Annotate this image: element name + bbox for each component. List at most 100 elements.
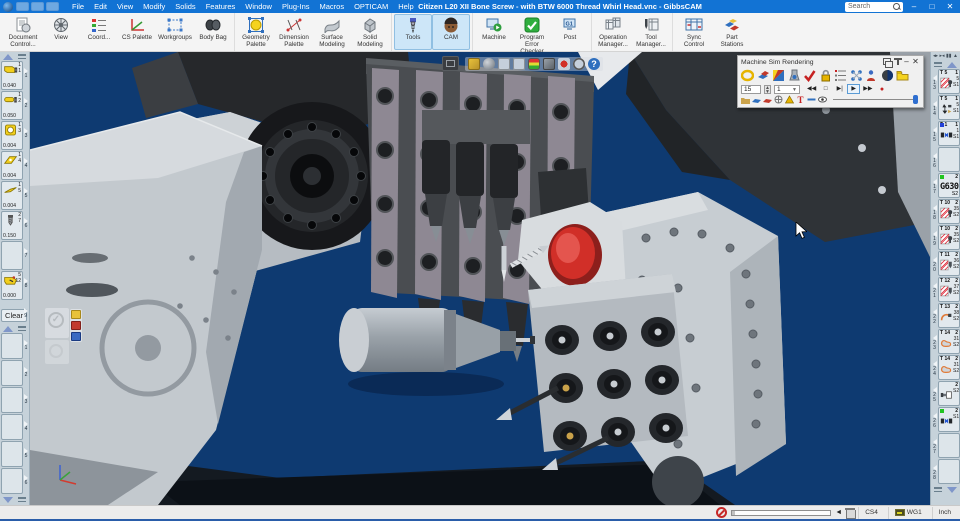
part-blue-icon[interactable]: [752, 95, 761, 104]
tool-slot-tab[interactable]: 5: [23, 181, 29, 210]
menu-solids[interactable]: Solids: [170, 0, 200, 13]
stock-compare-icon[interactable]: [774, 95, 783, 104]
display-style-icon[interactable]: [483, 58, 495, 70]
utility-sl-tab[interactable]: 5: [23, 441, 29, 467]
operation-slot-25[interactable]: 2S2: [938, 381, 960, 406]
operation-slot-13[interactable]: T 515S1: [938, 69, 960, 94]
operation-slot-20[interactable]: T 11236S2: [938, 251, 960, 276]
text-labels-icon[interactable]: T: [796, 95, 805, 104]
redo-button[interactable]: [46, 2, 59, 11]
tool-slot-8[interactable]: 5120.000: [1, 271, 23, 300]
toolbar-surface-modeling-button[interactable]: Surface Modeling: [313, 14, 351, 50]
search-icon[interactable]: [893, 3, 900, 10]
utility-slot-empty[interactable]: [1, 414, 23, 440]
render-mode-icon[interactable]: [741, 69, 754, 82]
coolant-icon[interactable]: [788, 69, 801, 82]
interrupt-icon[interactable]: [716, 507, 727, 518]
part-red-icon[interactable]: [71, 321, 81, 330]
view-selector-icon[interactable]: [442, 56, 459, 71]
scroll-down-icon[interactable]: [3, 497, 13, 503]
toolbar-program-error-checker-button[interactable]: Program Error Checker: [513, 14, 551, 50]
workgroup-indicator[interactable]: WG1: [888, 507, 928, 519]
tool-slot-tab[interactable]: 7: [23, 241, 29, 270]
tool-slot-2[interactable]: 120.050: [1, 91, 23, 120]
sim-close-button[interactable]: ✕: [911, 58, 920, 66]
operation-tab[interactable]: 27: [931, 433, 938, 458]
collapse-handle-icon[interactable]: [18, 497, 26, 502]
operation-tab[interactable]: 22: [931, 303, 938, 328]
status-lights-icon[interactable]: [528, 58, 540, 70]
tool-slot-3[interactable]: 130.004: [1, 121, 23, 150]
operation-slot-22[interactable]: T 13238S2: [938, 303, 960, 328]
tool-slot-tab[interactable]: 8: [23, 271, 29, 300]
toolbar-tool-manager-button[interactable]: Tool Manager...: [632, 14, 670, 50]
slider-handle[interactable]: [913, 95, 918, 104]
minimize-button[interactable]: –: [907, 0, 921, 13]
operation-tab[interactable]: 20: [931, 251, 938, 276]
menu-features[interactable]: Features: [201, 0, 241, 13]
open-folder-icon[interactable]: [896, 69, 909, 82]
toolbar-body-bag-button[interactable]: Body Bag: [194, 14, 232, 50]
operation-slot-17[interactable]: 2G630S2: [938, 173, 960, 198]
sync-links-icon[interactable]: [850, 69, 863, 82]
toolbar-part-stations-button[interactable]: Part Stations: [713, 14, 751, 50]
toolbar-coord-button[interactable]: Coord...: [80, 14, 118, 50]
view-cube-icon[interactable]: [468, 58, 480, 70]
operation-slot-14[interactable]: T 515S1: [938, 95, 960, 120]
collision-check-icon[interactable]: [558, 58, 570, 70]
part-red-icon[interactable]: [763, 95, 772, 104]
sim-speed-spinner[interactable]: ▲▼: [764, 85, 771, 94]
tool-slot-6[interactable]: 270.150: [1, 211, 23, 240]
scroll-up-icon[interactable]: [947, 62, 957, 68]
menu-opticam[interactable]: OPTICAM: [349, 0, 393, 13]
operator-icon[interactable]: ▲: [953, 52, 958, 60]
operation-tab[interactable]: 18: [931, 199, 938, 224]
operation-tab[interactable]: 26: [931, 407, 938, 432]
pin-icon[interactable]: [893, 58, 902, 66]
tool-slot-tab[interactable]: 1: [23, 61, 29, 90]
display-colors-icon[interactable]: [772, 69, 785, 82]
close-button[interactable]: ✕: [943, 0, 957, 13]
toolbar-document-control-button[interactable]: Document Control...: [4, 14, 42, 50]
operation-slot-21[interactable]: T 12237S2: [938, 277, 960, 302]
operation-slot-24[interactable]: T 14231S2: [938, 355, 960, 380]
tool-slot-4[interactable]: 140.004: [1, 151, 23, 180]
undo-button[interactable]: [31, 2, 44, 11]
stop-button[interactable]: □: [819, 84, 832, 94]
collapse-handle-icon[interactable]: [934, 487, 942, 492]
operation-slot-empty[interactable]: [938, 459, 960, 484]
utility-sl-tab[interactable]: 1: [23, 333, 29, 359]
utility-sl-tab[interactable]: 2: [23, 360, 29, 386]
maximize-button[interactable]: □: [925, 0, 939, 13]
fixtures-toggle-icon[interactable]: [513, 58, 525, 70]
operation-tab[interactable]: 14: [931, 95, 938, 120]
dock-panes-icon[interactable]: ▮▮: [946, 52, 952, 60]
record-button[interactable]: ●: [875, 84, 888, 94]
section-minus-icon[interactable]: [807, 95, 816, 104]
operation-tab[interactable]: 28: [931, 459, 938, 484]
visibility-eye-icon[interactable]: [818, 95, 827, 104]
operation-slot-19[interactable]: T 10235S2: [938, 225, 960, 250]
operation-tab[interactable]: 23: [931, 329, 938, 354]
zoom-tool-icon[interactable]: [573, 58, 585, 70]
toolbar-sync-control-button[interactable]: Sync Control: [675, 14, 713, 50]
toolbar-geometry-palette-button[interactable]: Geometry Palette: [237, 14, 275, 50]
toolbar-view-button[interactable]: View: [42, 14, 80, 50]
operation-slot-18[interactable]: T 10235S2: [938, 199, 960, 224]
sim-speed-input[interactable]: 15: [741, 85, 761, 94]
operation-slot-empty[interactable]: [938, 433, 960, 458]
menu-modify[interactable]: Modify: [138, 0, 170, 13]
op-sequence-icon[interactable]: [834, 69, 847, 82]
tool-slot-tab[interactable]: 4: [23, 151, 29, 180]
menu-view[interactable]: View: [112, 0, 138, 13]
toolbar-post-button[interactable]: G1Post: [551, 14, 589, 50]
menu-file[interactable]: File: [67, 0, 89, 13]
operation-tab[interactable]: 24: [931, 355, 938, 380]
lock-spindles-icon[interactable]: [819, 69, 832, 82]
radius-ring-icon[interactable]: [49, 344, 63, 358]
fast-forward-button[interactable]: ▶▶: [861, 84, 874, 94]
toolbar-cs-palette-button[interactable]: CS Palette: [118, 14, 156, 50]
go-to-start-button[interactable]: ◀◀: [805, 84, 818, 94]
operation-tab[interactable]: 21: [931, 277, 938, 302]
utility-slot-empty[interactable]: [1, 333, 23, 359]
